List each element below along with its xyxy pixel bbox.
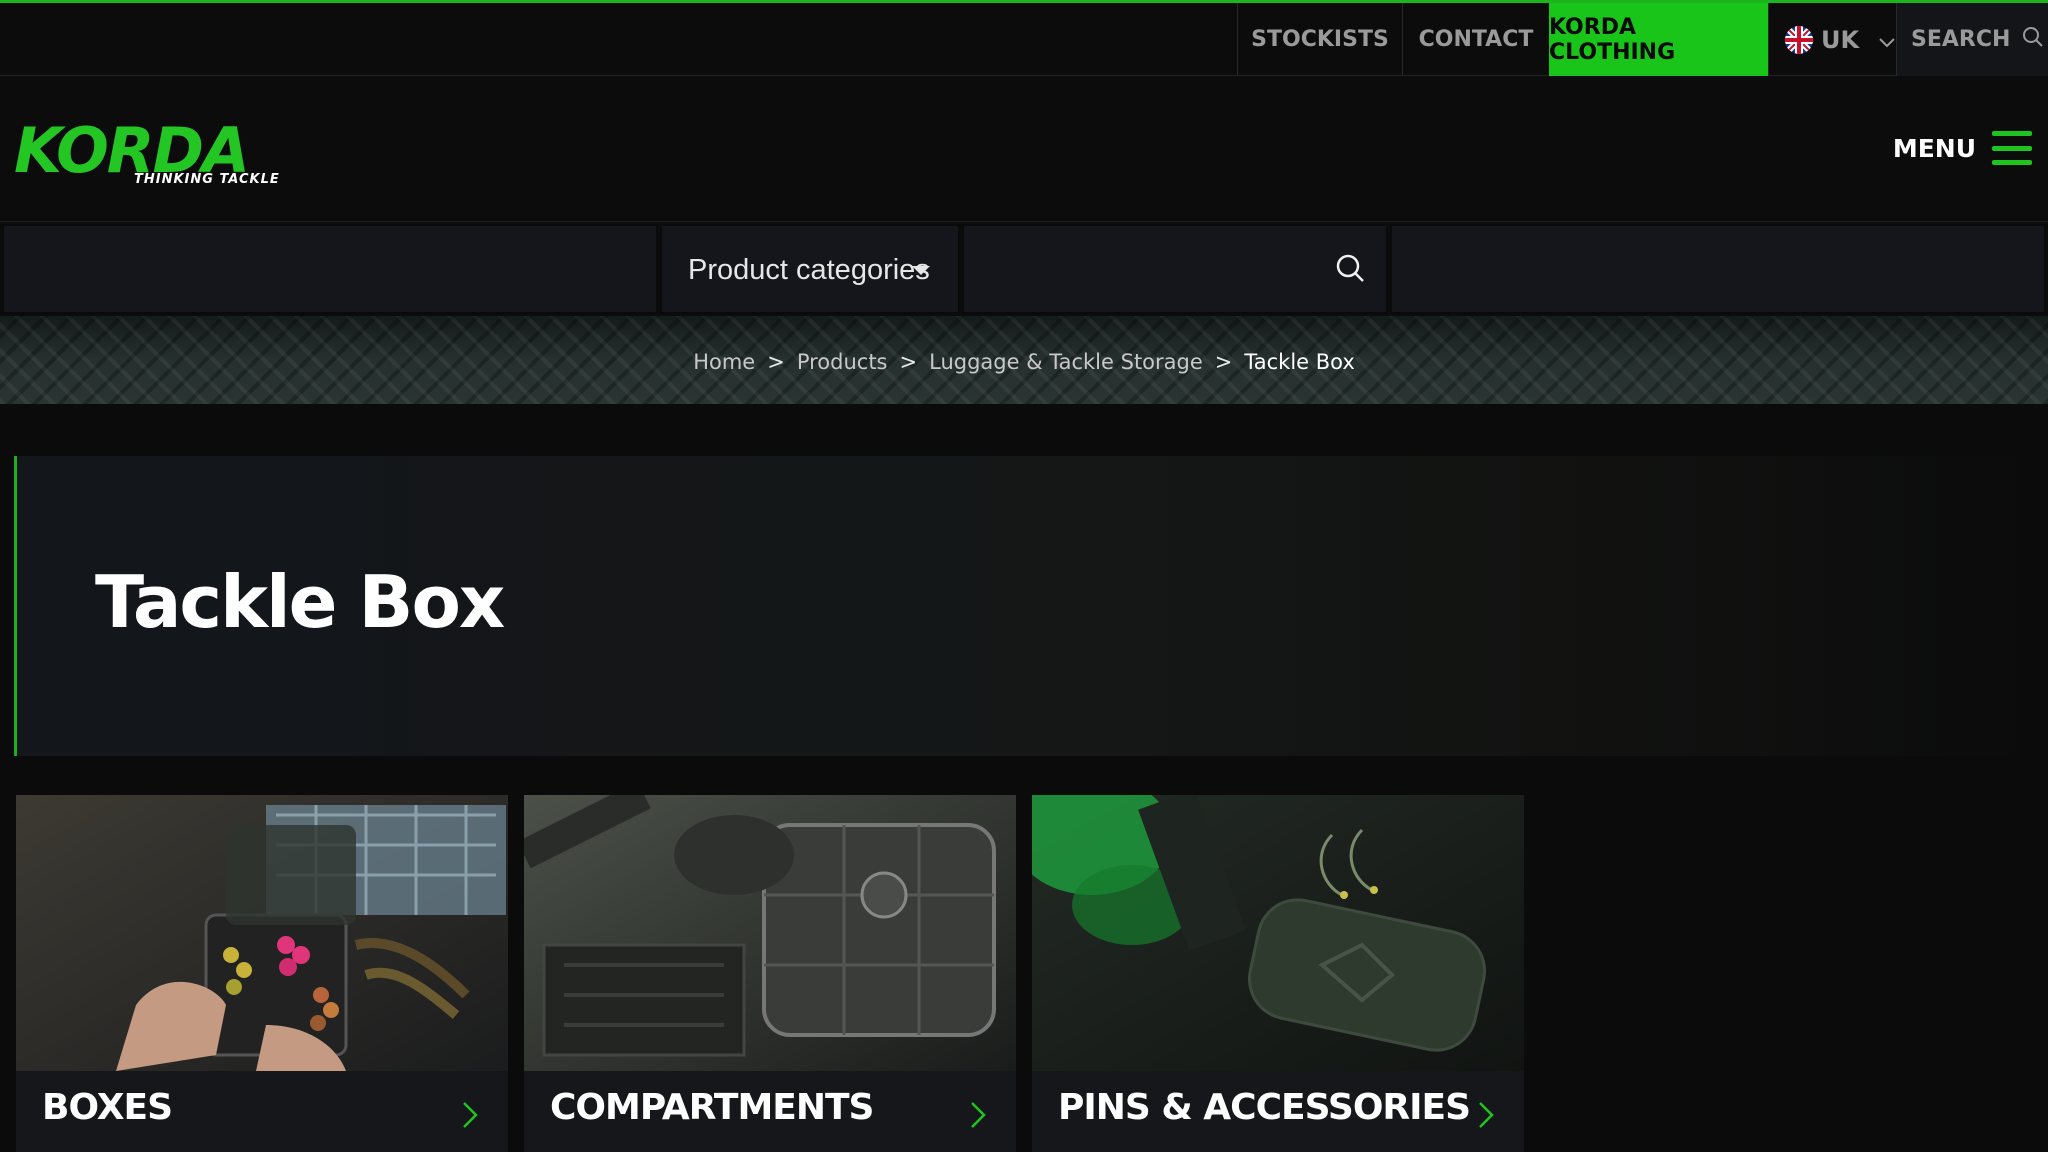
pins-accessories-card-footer: PINS & ACCESSORIES <box>1032 1071 1524 1152</box>
category-card-boxes[interactable]: BOXES <box>16 795 508 1152</box>
contact-link[interactable]: CONTACT <box>1402 3 1549 76</box>
chevron-right-icon <box>1478 1101 1494 1129</box>
page: STOCKISTS CONTACT KORDA CLOTHING UK SEAR… <box>0 0 2048 1152</box>
chevron-right-icon <box>970 1101 986 1129</box>
top-utility-bar: STOCKISTS CONTACT KORDA CLOTHING UK SEAR… <box>0 0 2048 76</box>
region-label: UK <box>1821 25 1860 54</box>
breadcrumb-home[interactable]: Home <box>693 350 755 374</box>
breadcrumb-separator: > <box>1214 350 1233 374</box>
breadcrumb-separator: > <box>767 350 785 374</box>
product-search-box <box>962 224 1388 314</box>
breadcrumb-luggage-tackle-storage[interactable]: Luggage & Tackle Storage <box>929 350 1203 374</box>
breadcrumb: Home > Products > Luggage & Tackle Storage > T… <box>0 350 2048 374</box>
breadcrumb-products[interactable]: Products <box>797 350 888 374</box>
region-selector[interactable]: UK <box>1768 3 1896 76</box>
breadcrumb-current: Tackle Box <box>1244 350 1355 374</box>
compartments-card-footer: COMPARTMENTS <box>524 1071 1016 1152</box>
korda-logo[interactable]: KORDA THINKING TACKLE <box>14 120 304 196</box>
boxes-image <box>16 795 508 1071</box>
filter-spacer-right <box>1390 224 2046 314</box>
site-header: KORDA THINKING TACKLE MENU <box>0 76 2048 222</box>
uk-flag-icon <box>1785 25 1813 54</box>
logo-tagline: THINKING TACKLE <box>134 172 280 187</box>
menu-button[interactable]: MENU <box>1893 128 2032 168</box>
top-search-button[interactable]: SEARCH <box>1896 3 2048 76</box>
search-icon <box>2022 26 2044 54</box>
compartments-image <box>524 795 1016 1071</box>
product-categories-label: Product categories <box>688 254 930 286</box>
category-label: BOXES <box>42 1087 173 1128</box>
page-title: Tackle Box <box>95 560 505 644</box>
category-label: COMPARTMENTS <box>550 1087 874 1128</box>
stockists-link[interactable]: STOCKISTS <box>1237 3 1402 76</box>
category-card-pins-accessories[interactable]: PINS & ACCESSORIES <box>1032 795 1524 1152</box>
top-nav: STOCKISTS CONTACT KORDA CLOTHING UK SEAR… <box>1237 3 2048 76</box>
caret-down-icon <box>912 266 930 275</box>
category-label: PINS & ACCESSORIES <box>1058 1087 1471 1128</box>
pins-accessories-image <box>1032 795 1524 1071</box>
menu-label: MENU <box>1892 133 1976 163</box>
breadcrumb-bar: Home > Products > Luggage & Tackle Storage > T… <box>0 316 2048 404</box>
hamburger-icon <box>1992 131 2032 165</box>
search-icon[interactable] <box>1334 252 1368 286</box>
category-hero: Tackle Box <box>14 456 2034 756</box>
filter-spacer-left <box>2 224 658 314</box>
top-search-label: SEARCH <box>1911 27 2011 52</box>
chevron-down-icon <box>1879 26 1895 54</box>
product-categories-dropdown[interactable]: Product categories <box>660 224 960 314</box>
filter-bar: Product categories <box>0 222 2048 316</box>
chevron-right-icon <box>462 1101 478 1129</box>
korda-clothing-link[interactable]: KORDA CLOTHING <box>1549 3 1768 76</box>
breadcrumb-separator: > <box>899 350 918 374</box>
boxes-card-footer: BOXES <box>16 1071 508 1152</box>
product-search-input[interactable] <box>964 226 1334 312</box>
category-card-compartments[interactable]: COMPARTMENTS <box>524 795 1016 1152</box>
